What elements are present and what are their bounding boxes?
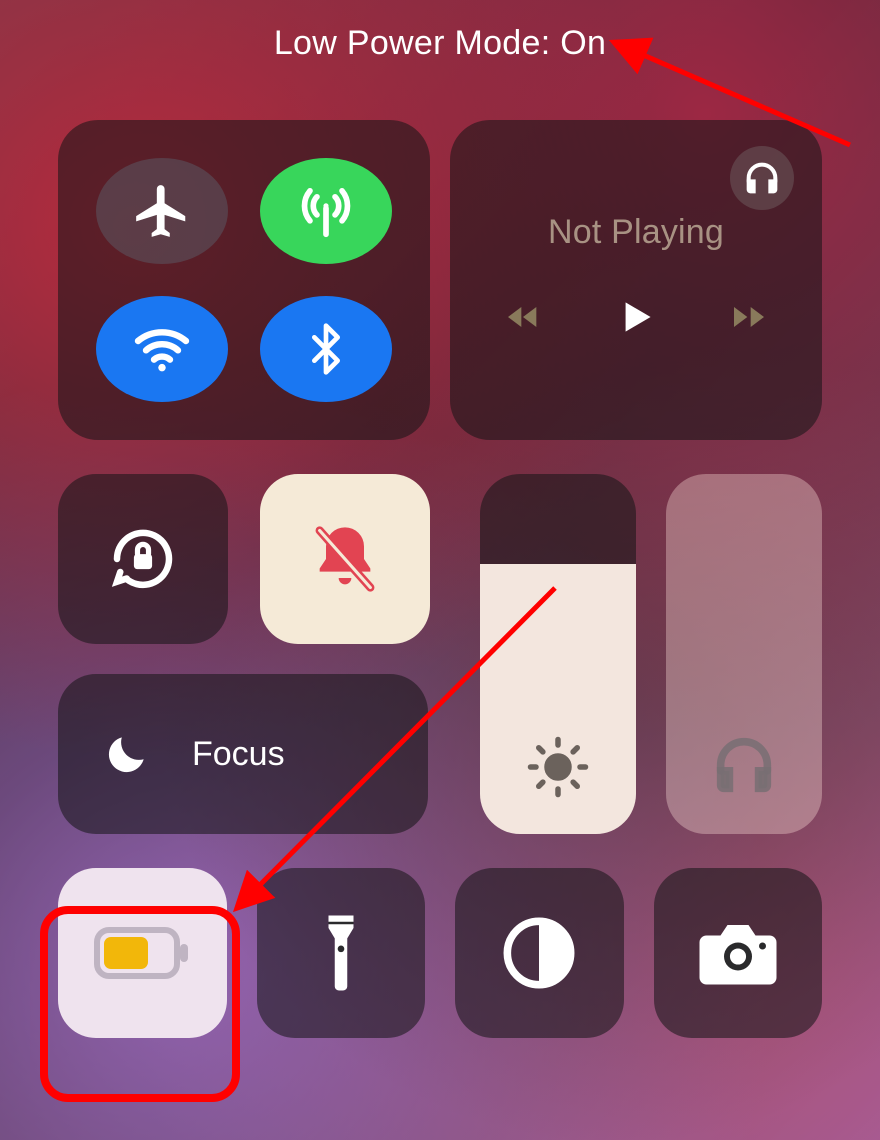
low-power-mode-button[interactable] (58, 868, 227, 1038)
flashlight-icon (316, 910, 366, 996)
camera-icon (696, 918, 780, 988)
headphones-icon (709, 730, 779, 800)
connectivity-module[interactable] (58, 120, 430, 440)
battery-low-power-icon (94, 926, 190, 980)
orientation-lock-icon (104, 520, 182, 598)
volume-slider[interactable] (666, 474, 822, 834)
silent-mode-button[interactable] (260, 474, 430, 644)
sun-icon (525, 734, 591, 800)
status-label: Low Power Mode: On (0, 24, 880, 63)
cellular-data-button[interactable] (260, 158, 392, 264)
media-module[interactable]: Not Playing (450, 120, 822, 440)
focus-button[interactable]: Focus (58, 674, 428, 834)
airplane-mode-button[interactable] (96, 158, 228, 264)
forward-icon[interactable] (725, 297, 773, 337)
play-icon[interactable] (611, 292, 661, 342)
focus-label: Focus (192, 735, 285, 774)
wifi-button[interactable] (96, 296, 228, 402)
airplane-icon (131, 180, 193, 242)
headphones-icon (742, 158, 782, 198)
orientation-lock-button[interactable] (58, 474, 228, 644)
flashlight-button[interactable] (257, 868, 426, 1038)
wifi-icon (130, 317, 194, 381)
rewind-icon[interactable] (499, 297, 547, 337)
airplay-button[interactable] (730, 146, 794, 210)
bluetooth-button[interactable] (260, 296, 392, 402)
brightness-slider[interactable] (480, 474, 636, 834)
moon-icon (102, 729, 152, 779)
control-center: Not Playing (58, 120, 822, 1038)
camera-button[interactable] (654, 868, 823, 1038)
antenna-icon (295, 180, 357, 242)
bell-slash-icon (307, 521, 383, 597)
media-title: Not Playing (548, 213, 724, 252)
media-controls (499, 292, 773, 342)
dark-mode-button[interactable] (455, 868, 624, 1038)
bluetooth-icon (298, 321, 354, 377)
dark-mode-icon (501, 915, 577, 991)
